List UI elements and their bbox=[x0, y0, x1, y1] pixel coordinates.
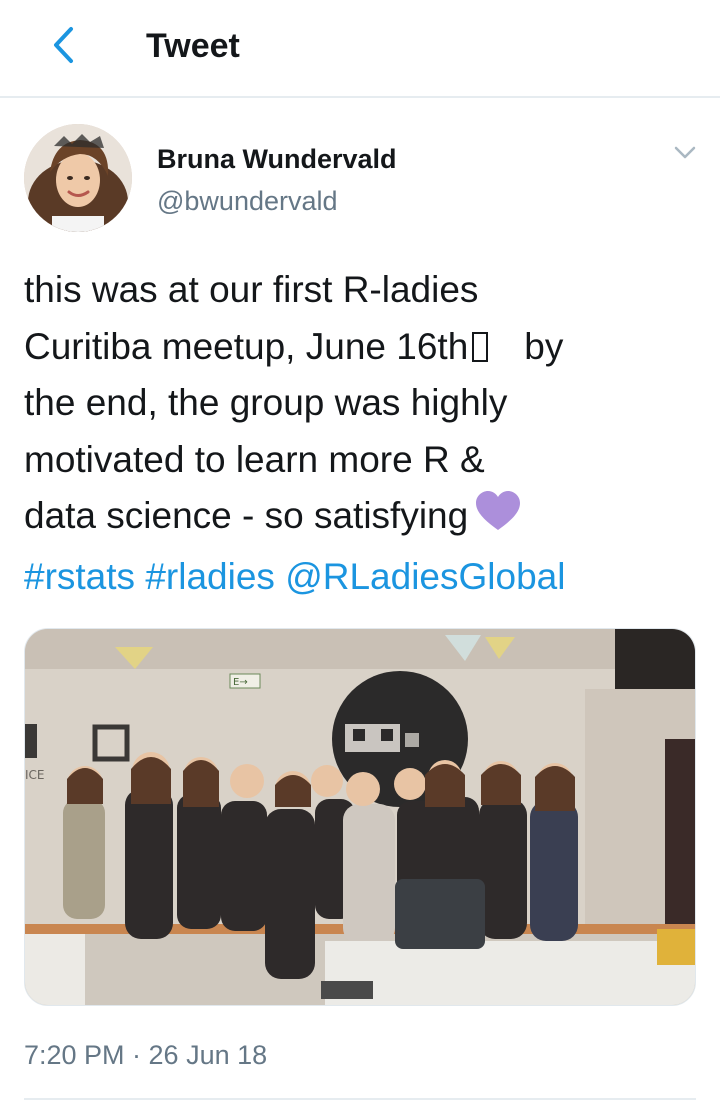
chevron-down-icon bbox=[674, 146, 696, 165]
back-button[interactable] bbox=[34, 22, 94, 72]
tweet-timestamp: 7:20 PM · 26 Jun 18 bbox=[24, 1040, 268, 1070]
divider bbox=[24, 1098, 696, 1100]
avatar-photo bbox=[24, 124, 132, 232]
tweet-text: this was at our first R-ladies Curitiba … bbox=[24, 262, 696, 605]
tweet-menu-button[interactable] bbox=[668, 140, 702, 170]
mention-link[interactable]: @RLadiesGlobal bbox=[285, 556, 565, 597]
tweet-text-segment: data science - so satisfying bbox=[24, 495, 469, 536]
purple-heart-icon bbox=[474, 490, 522, 549]
tweet-text-line: motivated to learn more R & bbox=[24, 438, 485, 480]
hashtag-link[interactable]: #rstats bbox=[24, 556, 135, 597]
tweet-text-line: data science - so satisfying bbox=[24, 488, 696, 549]
avatar[interactable] bbox=[24, 124, 132, 232]
tweet-text-line: Curitiba meetup, June 16th by bbox=[24, 319, 696, 376]
tweet-text-line: #rstats #rladies @RLadiesGlobal bbox=[24, 549, 696, 606]
tweet-text-line: this was at our first R-ladies bbox=[24, 269, 479, 310]
chevron-left-icon bbox=[51, 25, 77, 70]
missing-emoji-glyph bbox=[472, 331, 489, 362]
tweet-detail-page: Tweet Bruna Wundervald @bwundervald this… bbox=[0, 0, 720, 1106]
author-name[interactable]: Bruna Wundervald bbox=[157, 142, 397, 176]
hashtag-link[interactable]: #rladies bbox=[145, 556, 275, 597]
app-header: Tweet bbox=[0, 0, 720, 98]
tweet-text-segment: Curitiba meetup, June 16th bbox=[24, 325, 469, 367]
page-title: Tweet bbox=[146, 27, 240, 65]
tweet-text-segment: by bbox=[524, 325, 564, 367]
wall-text: ICE bbox=[25, 768, 45, 782]
group-photo-image: E→ ICE bbox=[25, 629, 695, 1005]
tweet-text-line: the end, the group was highly bbox=[24, 382, 508, 423]
exit-sign-text: E→ bbox=[233, 677, 248, 688]
author-handle[interactable]: @bwundervald bbox=[157, 184, 338, 218]
tweet-photo[interactable]: E→ ICE bbox=[24, 628, 696, 1006]
